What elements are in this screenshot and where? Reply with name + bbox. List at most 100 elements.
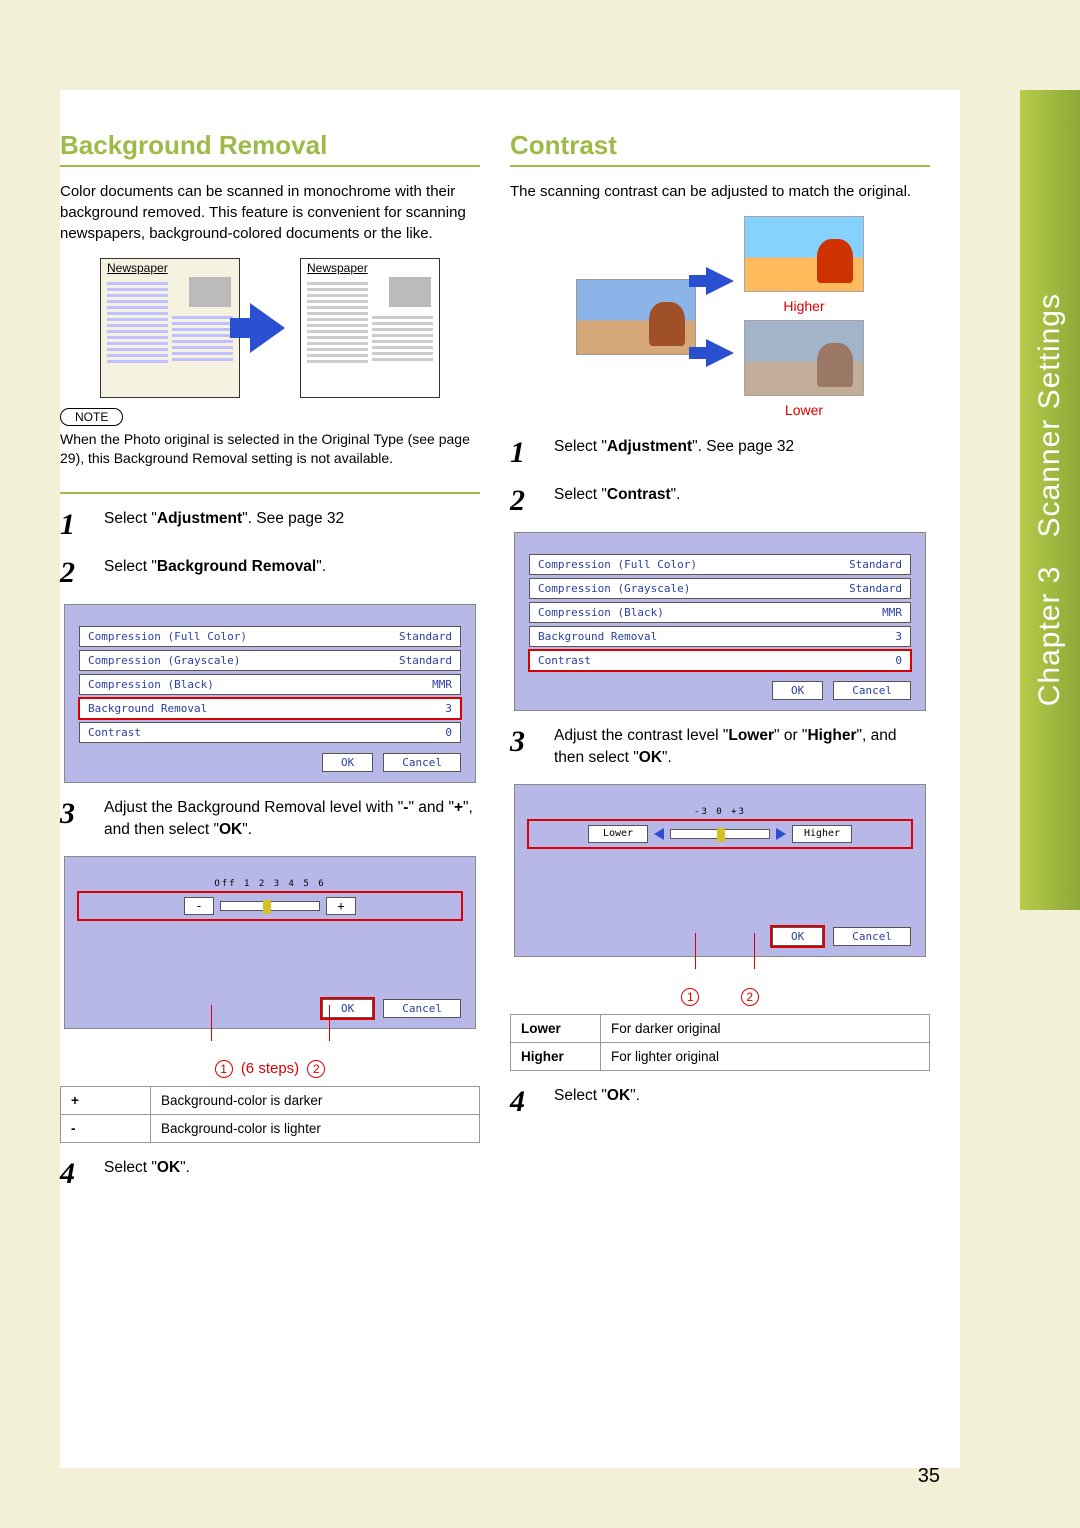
bg-key-table: +Background-color is darker -Background-… bbox=[60, 1086, 480, 1143]
bg-step-1: 1 Select "Adjustment". See page 32 bbox=[60, 508, 480, 542]
row-label: Contrast bbox=[538, 654, 591, 667]
row-value: MMR bbox=[882, 606, 902, 619]
arrow-left-icon bbox=[654, 828, 664, 840]
ct-step-1: 1 Select "Adjustment". See page 32 bbox=[510, 436, 930, 470]
step-text: Adjust the Background Removal level with… bbox=[104, 797, 480, 842]
settings-row[interactable]: Contrast 0 bbox=[529, 650, 911, 671]
contrast-higher-thumb bbox=[744, 216, 864, 292]
bg-slider-screenshot: Off 1 2 3 4 5 6 - + OK Cancel bbox=[64, 856, 476, 1029]
bg-settings-screenshot: Compression (Full Color)Standard Compress… bbox=[64, 604, 476, 783]
table-val: For darker original bbox=[601, 1014, 930, 1042]
arrow-right-icon bbox=[706, 267, 734, 295]
callout-2-icon: 2 bbox=[741, 988, 759, 1006]
step-number: 3 bbox=[60, 797, 88, 842]
settings-row[interactable]: Compression (Full Color)Standard bbox=[79, 626, 461, 647]
row-value: Standard bbox=[399, 630, 452, 643]
row-value: Standard bbox=[399, 654, 452, 667]
settings-row[interactable]: Compression (Grayscale)Standard bbox=[79, 650, 461, 671]
bg-title: Background Removal bbox=[60, 130, 480, 167]
row-value: Standard bbox=[849, 558, 902, 571]
bg-step-3: 3 Adjust the Background Removal level wi… bbox=[60, 797, 480, 842]
contrast-lower-thumb bbox=[744, 320, 864, 396]
slider-track[interactable] bbox=[670, 829, 770, 839]
newspaper-before: Newspaper bbox=[100, 258, 240, 398]
contrast-title: Contrast bbox=[510, 130, 930, 167]
ct-key-table: LowerFor darker original HigherFor light… bbox=[510, 1014, 930, 1071]
table-key: - bbox=[61, 1114, 151, 1142]
ok-button[interactable]: OK bbox=[772, 681, 823, 700]
row-value: 0 bbox=[895, 654, 902, 667]
row-label: Compression (Full Color) bbox=[538, 558, 697, 571]
step-text: Select "Adjustment". See page 32 bbox=[104, 508, 480, 542]
step-number: 4 bbox=[60, 1157, 88, 1191]
step-text: Select "Background Removal". bbox=[104, 556, 480, 590]
settings-row[interactable]: Background Removal 3 bbox=[529, 626, 911, 647]
plus-button[interactable]: + bbox=[326, 897, 356, 915]
row-value: 0 bbox=[445, 726, 452, 739]
settings-row[interactable]: Compression (Black)MMR bbox=[79, 674, 461, 695]
settings-row[interactable]: Compression (Full Color) Standard bbox=[529, 554, 911, 575]
step-text: Select "OK". bbox=[554, 1085, 930, 1119]
step-number: 4 bbox=[510, 1085, 538, 1119]
cancel-button[interactable]: Cancel bbox=[833, 927, 911, 946]
np-title-a: Newspaper bbox=[107, 261, 233, 275]
callout-steps-text: (6 steps) bbox=[241, 1060, 299, 1077]
step-number: 1 bbox=[60, 508, 88, 542]
bg-step-4: 4 Select "OK". bbox=[60, 1157, 480, 1191]
bg-callout: 1 (6 steps) 2 bbox=[60, 1060, 480, 1078]
higher-label: Higher bbox=[744, 298, 864, 314]
ok-button[interactable]: OK bbox=[322, 753, 373, 772]
step-text: Select "Contrast". bbox=[554, 484, 930, 518]
cancel-button[interactable]: Cancel bbox=[833, 681, 911, 700]
arrow-right-icon bbox=[776, 828, 786, 840]
minus-button[interactable]: - bbox=[184, 897, 214, 915]
row-label: Background Removal bbox=[88, 702, 207, 715]
table-key: Lower bbox=[511, 1014, 601, 1042]
ct-slider-screenshot: -3 0 +3 Lower Higher OK Cancel bbox=[514, 784, 926, 957]
higher-button[interactable]: Higher bbox=[792, 825, 852, 843]
slider-ticks: -3 0 +3 bbox=[529, 807, 911, 817]
row-value: 3 bbox=[445, 702, 452, 715]
newspaper-illustration: Newspaper Newspaper bbox=[60, 258, 480, 398]
lower-button[interactable]: Lower bbox=[588, 825, 648, 843]
section-contrast: Contrast The scanning contrast can be ad… bbox=[510, 130, 930, 1205]
chapter-label: Chapter bbox=[1033, 593, 1066, 707]
row-label: Contrast bbox=[88, 726, 141, 739]
ct-step-4: 4 Select "OK". bbox=[510, 1085, 930, 1119]
row-value: 3 bbox=[895, 630, 902, 643]
cancel-button[interactable]: Cancel bbox=[383, 999, 461, 1018]
lower-label: Lower bbox=[744, 402, 864, 418]
row-label: Compression (Black) bbox=[538, 606, 664, 619]
page-content: Background Removal Color documents can b… bbox=[60, 90, 960, 1468]
cancel-button[interactable]: Cancel bbox=[383, 753, 461, 772]
slider-ticks: Off 1 2 3 4 5 6 bbox=[79, 879, 461, 889]
arrow-right-icon bbox=[250, 303, 285, 353]
table-val: Background-color is lighter bbox=[151, 1114, 480, 1142]
chapter-title: Scanner Settings bbox=[1033, 293, 1066, 537]
section-background-removal: Background Removal Color documents can b… bbox=[60, 130, 480, 1205]
settings-row[interactable]: Compression (Black) MMR bbox=[529, 602, 911, 623]
step-number: 2 bbox=[60, 556, 88, 590]
newspaper-after: Newspaper bbox=[300, 258, 440, 398]
settings-row[interactable]: Compression (Grayscale)Standard bbox=[529, 578, 911, 599]
note-badge: NOTE bbox=[60, 408, 123, 426]
callout-1-icon: 1 bbox=[215, 1060, 233, 1078]
step-number: 2 bbox=[510, 484, 538, 518]
ct-step-3: 3 Adjust the contrast level "Lower" or "… bbox=[510, 725, 930, 770]
ok-button[interactable]: OK bbox=[772, 927, 823, 946]
slider-track[interactable] bbox=[220, 901, 320, 911]
row-label: Compression (Black) bbox=[88, 678, 214, 691]
bg-intro: Color documents can be scanned in monoch… bbox=[60, 181, 480, 244]
note-box: NOTE When the Photo original is selected… bbox=[60, 408, 480, 494]
chapter-number: 3 bbox=[1033, 566, 1066, 584]
settings-row[interactable]: Background Removal 3 bbox=[79, 698, 461, 719]
contrast-illustration: Higher Lower bbox=[510, 216, 930, 418]
table-key: + bbox=[61, 1086, 151, 1114]
bg-step-2: 2 Select "Background Removal". bbox=[60, 556, 480, 590]
row-label: Background Removal bbox=[538, 630, 657, 643]
page-number: 35 bbox=[918, 1465, 940, 1488]
settings-row[interactable]: Contrast 0 bbox=[79, 722, 461, 743]
step-text: Select "Adjustment". See page 32 bbox=[554, 436, 930, 470]
contrast-intro: The scanning contrast can be adjusted to… bbox=[510, 181, 930, 202]
row-value: Standard bbox=[849, 582, 902, 595]
